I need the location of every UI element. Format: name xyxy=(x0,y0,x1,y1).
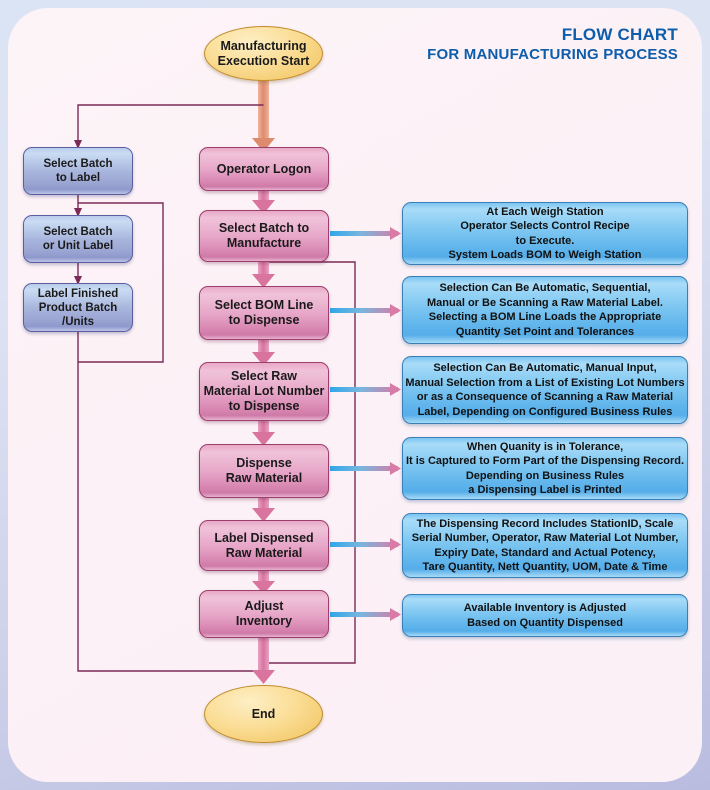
connector-to-info-bom-line-selection xyxy=(330,304,401,317)
node-label: Label Dispensed Raw Material xyxy=(214,530,314,560)
info-box-bom-line-selection: Selection Can Be Automatic, Sequential, … xyxy=(402,276,688,344)
info-box-text: Available Inventory is Adjusted Based on… xyxy=(463,602,627,629)
connector-dispense-to-label xyxy=(252,498,275,522)
node-label: Operator Logon xyxy=(216,161,312,176)
node-label: Select Batch to Label xyxy=(43,158,113,184)
node-label: Label Finished Product Batch /Units xyxy=(37,287,119,328)
chart-title-line2: FOR MANUFACTURING PROCESS xyxy=(427,46,678,63)
info-box-text: Selection Can Be Automatic, Manual Input… xyxy=(405,362,685,418)
node-select-raw-material-lot-number[interactable]: Select Raw Material Lot Number to Dispen… xyxy=(199,362,329,421)
flowchart-canvas: FLOW CHART FOR MANUFACTURING PROCESS Man… xyxy=(0,0,710,790)
info-box-text: Selection Can Be Automatic, Sequential, … xyxy=(427,282,663,338)
node-adjust-inventory[interactable]: Adjust Inventory xyxy=(199,590,329,638)
connector-select-batch-to-bom xyxy=(252,262,275,288)
node-label: Select Batch or Unit Label xyxy=(42,226,114,252)
info-box-lot-selection: Selection Can Be Automatic, Manual Input… xyxy=(402,356,688,424)
node-select-batch-to-label[interactable]: Select Batch to Label xyxy=(23,147,133,195)
node-dispense-raw-material[interactable]: Dispense Raw Material xyxy=(199,444,329,498)
info-box-dispensing-record: The Dispensing Record Includes StationID… xyxy=(402,513,688,578)
node-label: Select BOM Line to Dispense xyxy=(214,298,314,327)
connector-adjust-to-end xyxy=(252,638,275,684)
node-label: Manufacturing Execution Start xyxy=(217,38,310,68)
node-label-finished-product[interactable]: Label Finished Product Batch /Units xyxy=(23,283,133,332)
chart-title-line1: FLOW CHART xyxy=(561,25,678,44)
info-box-inventory-adjust: Available Inventory is Adjusted Based on… xyxy=(402,594,688,637)
node-label: Adjust Inventory xyxy=(235,599,293,628)
connector-start-to-operator-logon xyxy=(252,78,275,152)
node-label: Select Raw Material Lot Number to Dispen… xyxy=(203,369,325,413)
chart-title: FLOW CHART FOR MANUFACTURING PROCESS xyxy=(427,24,678,64)
node-select-batch-or-unit-label[interactable]: Select Batch or Unit Label xyxy=(23,215,133,263)
connector-to-info-inventory-adjust xyxy=(330,608,401,621)
info-box-text: The Dispensing Record Includes StationID… xyxy=(411,517,679,574)
info-box-tolerance-capture: When Quanity is in Tolerance, It is Capt… xyxy=(402,437,688,500)
info-box-weigh-station: At Each Weigh Station Operator Selects C… xyxy=(402,202,688,265)
connector-start-to-select-batch-to-label xyxy=(74,104,264,149)
connector-lot-to-dispense xyxy=(252,421,275,446)
connector-left-column-1 xyxy=(74,195,82,217)
node-label: Dispense Raw Material xyxy=(225,456,303,485)
connector-to-info-dispensing-record xyxy=(330,538,401,551)
connector-to-info-weigh-station xyxy=(330,227,401,240)
node-label-dispensed-raw-material[interactable]: Label Dispensed Raw Material xyxy=(199,520,329,571)
info-box-text: At Each Weigh Station Operator Selects C… xyxy=(448,205,642,262)
connector-to-info-lot-selection xyxy=(330,383,401,396)
node-manufacturing-execution-start[interactable]: Manufacturing Execution Start xyxy=(204,26,323,81)
node-operator-logon[interactable]: Operator Logon xyxy=(199,147,329,191)
node-end[interactable]: End xyxy=(204,685,323,743)
node-select-bom-line-to-dispense[interactable]: Select BOM Line to Dispense xyxy=(199,286,329,340)
info-box-text: When Quanity is in Tolerance, It is Capt… xyxy=(405,440,685,497)
node-label: End xyxy=(251,706,276,721)
node-select-batch-to-manufacture[interactable]: Select Batch to Manufacture xyxy=(199,210,329,262)
node-label: Select Batch to Manufacture xyxy=(218,221,310,250)
connector-left-column-2 xyxy=(74,263,82,285)
connector-to-info-tolerance-capture xyxy=(330,462,401,475)
